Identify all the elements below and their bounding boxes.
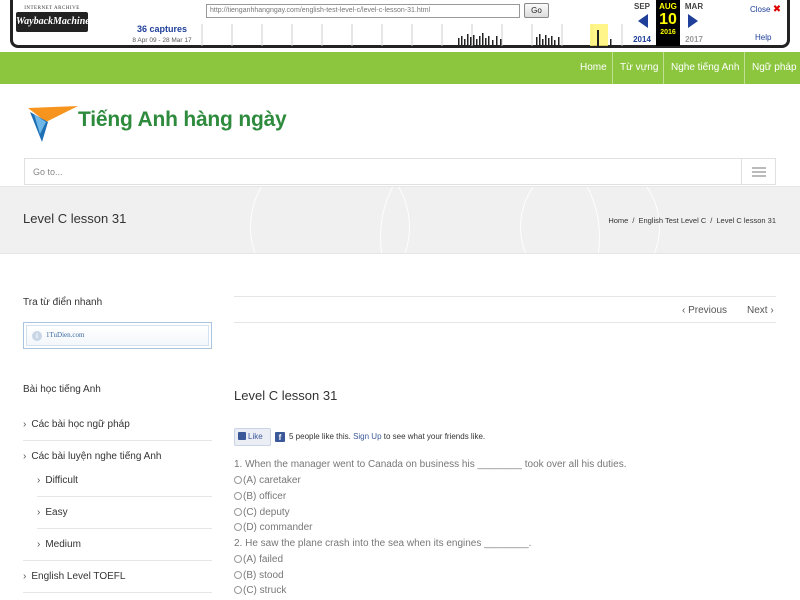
sidebar-lessons-heading: Bài học tiếng Anh bbox=[23, 384, 101, 395]
question-1-option-a[interactable]: (A) caretaker bbox=[234, 475, 301, 486]
goto-label: Go to... bbox=[33, 167, 63, 177]
wayback-sparkline[interactable] bbox=[200, 24, 624, 46]
hamburger-menu-icon[interactable] bbox=[741, 159, 775, 184]
site-name[interactable]: Tiếng Anh hàng ngày bbox=[78, 108, 287, 132]
question-2-option-c[interactable]: (C) struck bbox=[234, 585, 286, 596]
chevron-right-icon: › bbox=[767, 305, 774, 316]
prev-year[interactable]: 2014 bbox=[630, 35, 654, 44]
question-1: 1. When the manager went to Canada on bu… bbox=[234, 459, 627, 470]
current-capture: AUG 10 2016 bbox=[656, 0, 680, 46]
captures-count[interactable]: 36 captures bbox=[128, 24, 196, 34]
site-logo-icon[interactable] bbox=[26, 104, 78, 144]
radio-icon[interactable] bbox=[234, 571, 242, 579]
facebook-like-text: 5 people like this. Sign Up to see what … bbox=[289, 432, 486, 441]
current-year: 2016 bbox=[660, 29, 676, 36]
page-title: Level C lesson 31 bbox=[23, 211, 127, 226]
chevron-right-icon: › bbox=[37, 475, 41, 486]
nav-divider bbox=[663, 52, 664, 84]
thumbs-up-icon bbox=[238, 432, 246, 440]
radio-icon[interactable] bbox=[234, 476, 242, 484]
wayback-toolbar: INTERNET ARCHIVE WaybackMachine http://t… bbox=[0, 0, 800, 52]
chevron-right-icon: › bbox=[23, 419, 27, 430]
sidebar-item-listening[interactable]: › Các bài luyện nghe tiếng Anh bbox=[23, 451, 161, 462]
facebook-icon: f bbox=[275, 432, 285, 442]
dictionary-widget-label: 1TuDien.com bbox=[46, 331, 85, 339]
sidebar-item-grammar[interactable]: › Các bài học ngữ pháp bbox=[23, 419, 130, 430]
next-month[interactable]: MAR bbox=[682, 2, 706, 11]
radio-icon[interactable] bbox=[234, 555, 242, 563]
breadcrumb: Home / English Test Level C / Level C lesson… bbox=[608, 216, 776, 225]
pager-top-divider bbox=[234, 296, 776, 297]
radio-icon[interactable] bbox=[234, 492, 242, 500]
nav-home[interactable]: Home bbox=[580, 52, 607, 84]
prev-month[interactable]: SEP bbox=[630, 2, 654, 11]
current-month: AUG bbox=[659, 2, 677, 11]
breadcrumb-level-c[interactable]: English Test Level C bbox=[638, 216, 706, 225]
question-2: 2. He saw the plane crash into the sea w… bbox=[234, 538, 532, 549]
prev-arrow-icon[interactable] bbox=[638, 14, 648, 28]
current-day: 10 bbox=[659, 11, 677, 28]
pager-bottom-divider bbox=[234, 322, 776, 323]
radio-icon[interactable] bbox=[234, 586, 242, 594]
wayback-calendar: SEP 2014 AUG 10 2016 MAR 2017 bbox=[626, 0, 708, 48]
chevron-right-icon: › bbox=[23, 451, 27, 462]
question-1-option-d[interactable]: (D) commander bbox=[234, 522, 312, 533]
close-icon[interactable]: ✖ bbox=[773, 4, 781, 15]
question-1-option-c[interactable]: (C) deputy bbox=[234, 507, 290, 518]
nav-divider bbox=[612, 52, 613, 84]
wayback-help-link[interactable]: Help bbox=[755, 33, 771, 42]
nav-nghe-tieng-anh[interactable]: Nghe tiếng Anh bbox=[671, 52, 739, 84]
info-icon: i bbox=[32, 331, 42, 341]
question-1-option-b[interactable]: (B) officer bbox=[234, 491, 286, 502]
sidebar-item-difficult[interactable]: › Difficult bbox=[37, 475, 78, 486]
wayback-go-button[interactable]: Go bbox=[524, 3, 549, 18]
question-2-option-a[interactable]: (A) failed bbox=[234, 554, 283, 565]
previous-link[interactable]: ‹ Previous bbox=[682, 305, 727, 316]
sidebar-dict-heading: Tra từ điển nhanh bbox=[23, 297, 103, 308]
wayback-logo-small: INTERNET ARCHIVE bbox=[24, 6, 80, 11]
next-arrow-icon[interactable] bbox=[688, 14, 698, 28]
dictionary-widget[interactable]: i 1TuDien.com bbox=[23, 322, 212, 349]
wayback-captures[interactable]: 36 captures 8 Apr 09 - 28 Mar 17 bbox=[128, 24, 196, 44]
chevron-right-icon: › bbox=[23, 571, 27, 582]
facebook-signup-link[interactable]: Sign Up bbox=[353, 432, 381, 441]
nav-ngu-phap[interactable]: Ngữ pháp bbox=[752, 52, 797, 84]
post-title: Level C lesson 31 bbox=[234, 388, 338, 403]
next-link[interactable]: Next › bbox=[747, 305, 774, 316]
page-title-band: Level C lesson 31 Home / English Test Leve… bbox=[0, 186, 800, 254]
wayback-url-input[interactable]: http://tienganhhangngay.com/english-test… bbox=[206, 4, 520, 18]
chevron-right-icon: › bbox=[37, 507, 41, 518]
sidebar-item-toefl[interactable]: › English Level TOEFL bbox=[23, 571, 125, 582]
captures-range: 8 Apr 09 - 28 Mar 17 bbox=[132, 37, 192, 44]
breadcrumb-home[interactable]: Home bbox=[608, 216, 628, 225]
close-label: Close bbox=[750, 5, 771, 14]
nav-divider bbox=[744, 52, 745, 84]
question-2-option-b[interactable]: (B) stood bbox=[234, 570, 284, 581]
radio-icon[interactable] bbox=[234, 508, 242, 516]
wayback-logo[interactable]: INTERNET ARCHIVE WaybackMachine bbox=[16, 6, 90, 32]
wayback-close-button[interactable]: Close ✖ bbox=[750, 4, 781, 15]
facebook-like-button[interactable]: Like bbox=[234, 428, 271, 446]
next-year: 2017 bbox=[685, 35, 703, 44]
breadcrumb-current: Level C lesson 31 bbox=[716, 216, 776, 225]
chevron-right-icon: › bbox=[37, 539, 41, 550]
sidebar-item-medium[interactable]: › Medium bbox=[37, 539, 81, 550]
goto-select[interactable]: Go to... bbox=[24, 158, 776, 185]
sidebar-item-easy[interactable]: › Easy bbox=[37, 507, 68, 518]
wayback-logo-main: WaybackMachine bbox=[16, 12, 90, 32]
main-nav: Home Từ vựng Nghe tiếng Anh Ngữ pháp bbox=[0, 52, 800, 84]
nav-tu-vung[interactable]: Từ vựng bbox=[620, 52, 658, 84]
radio-icon[interactable] bbox=[234, 523, 242, 531]
